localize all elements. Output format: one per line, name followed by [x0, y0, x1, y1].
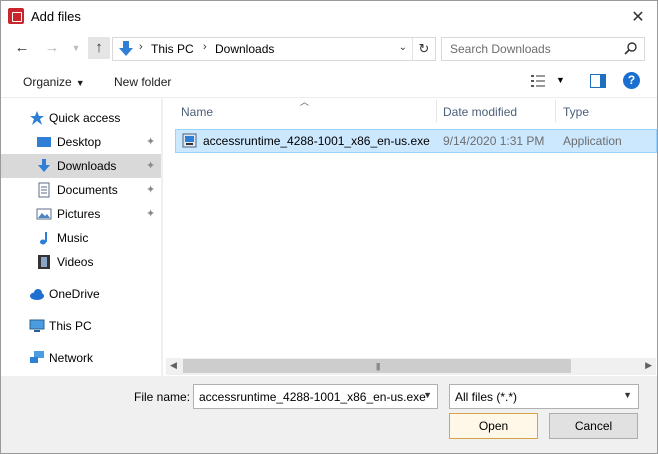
- type-cell: Application: [563, 134, 622, 148]
- sidebar-item-label: Videos: [57, 255, 94, 269]
- sidebar-item-label: Quick access: [49, 111, 121, 125]
- date-modified-cell: 9/14/2020 1:31 PM: [443, 134, 545, 148]
- file-name-label: File name:: [134, 390, 191, 404]
- sidebar-item-pictures[interactable]: Pictures ✦: [1, 202, 161, 226]
- horizontal-scrollbar[interactable]: ◀ ||| ▶: [166, 358, 656, 375]
- pin-icon: ✦: [146, 160, 156, 172]
- music-icon: [40, 232, 47, 245]
- sidebar-item-this-pc[interactable]: This PC: [1, 314, 161, 338]
- pictures-icon: [36, 208, 52, 220]
- title-bar: Add files ✕: [1, 1, 657, 33]
- back-arrow-icon[interactable]: ←: [11, 37, 33, 59]
- sidebar-item-documents[interactable]: Documents ✦: [1, 178, 161, 202]
- column-divider[interactable]: [555, 100, 556, 122]
- up-arrow-icon[interactable]: ↑: [88, 37, 110, 59]
- grip-icon: |||: [376, 362, 380, 371]
- sidebar-item-desktop[interactable]: Desktop ✦: [1, 130, 161, 154]
- network-icon: [30, 351, 44, 363]
- desktop-icon: [37, 137, 51, 147]
- column-header-type[interactable]: Type: [563, 105, 589, 119]
- column-divider[interactable]: [436, 100, 437, 122]
- scrollbar-thumb[interactable]: |||: [183, 359, 571, 373]
- refresh-icon[interactable]: ↻: [412, 38, 435, 60]
- add-files-dialog: Add files ✕ ← → ▼ ↑ › This PC › Download…: [0, 0, 658, 454]
- sort-ascending-icon: ︿: [300, 97, 310, 107]
- chevron-down-icon[interactable]: ▼: [623, 390, 632, 400]
- sidebar-item-label: Network: [49, 351, 94, 365]
- sidebar-item-label: Music: [57, 231, 89, 245]
- sidebar-item-label: OneDrive: [49, 287, 100, 301]
- close-icon[interactable]: ✕: [629, 7, 647, 27]
- column-header-row: ︿ Name Date modified Type: [163, 97, 657, 124]
- file-name-field[interactable]: accessruntime_4288-1001_x86_en-us.exe ▼: [193, 384, 438, 409]
- organize-label: Organize: [23, 75, 72, 89]
- computer-icon: [29, 319, 45, 332]
- open-button[interactable]: Open: [449, 413, 538, 439]
- pin-icon: ✦: [146, 208, 156, 220]
- chevron-down-icon: ▼: [75, 78, 85, 88]
- help-icon[interactable]: ?: [623, 72, 640, 89]
- app-icon: [8, 8, 24, 24]
- sidebar-item-downloads[interactable]: Downloads ✦: [1, 154, 161, 178]
- navigation-pane: Quick access Desktop ✦ Downloads ✦ Docum…: [1, 98, 161, 376]
- sidebar-item-music[interactable]: Music: [1, 226, 161, 250]
- sidebar-item-onedrive[interactable]: OneDrive: [1, 282, 161, 306]
- command-toolbar: Organize ▼ New folder ▼ ?: [1, 63, 657, 98]
- view-options-icon[interactable]: [531, 75, 545, 87]
- sidebar-item-label: Documents: [57, 183, 118, 197]
- sidebar-item-label: This PC: [49, 319, 92, 333]
- new-folder-button[interactable]: New folder: [114, 75, 171, 89]
- address-bar[interactable]: › This PC › Downloads ⌄ ↻: [112, 37, 436, 61]
- cancel-button[interactable]: Cancel: [549, 413, 638, 439]
- breadcrumb-downloads[interactable]: Downloads: [215, 42, 274, 56]
- pin-icon: ✦: [146, 184, 156, 196]
- column-header-date-modified[interactable]: Date modified: [443, 105, 517, 119]
- pin-icon: ✦: [146, 136, 156, 148]
- scroll-left-arrow-icon[interactable]: ◀: [170, 360, 177, 371]
- file-name-cell: accessruntime_4288-1001_x86_en-us.exe: [203, 134, 430, 148]
- breadcrumb-separator-icon: ›: [139, 41, 143, 53]
- address-dropdown-icon[interactable]: ⌄: [399, 42, 407, 53]
- breadcrumb-separator-icon: ›: [203, 41, 207, 53]
- forward-arrow-icon[interactable]: →: [41, 37, 63, 59]
- file-type-filter[interactable]: All files (*.*) ▼: [449, 384, 639, 409]
- table-row[interactable]: accessruntime_4288-1001_x86_en-us.exe 9/…: [175, 129, 657, 153]
- recent-locations-chevron-icon[interactable]: ▼: [65, 37, 87, 59]
- bottom-panel: File name: accessruntime_4288-1001_x86_e…: [1, 376, 657, 453]
- cloud-icon: [30, 289, 44, 300]
- application-file-icon: [182, 133, 197, 148]
- document-icon: [38, 182, 50, 198]
- search-placeholder: Search Downloads: [450, 42, 551, 56]
- file-list-pane: ︿ Name Date modified Type accessruntime_…: [163, 97, 657, 376]
- video-icon: [38, 255, 50, 269]
- search-box[interactable]: Search Downloads: [441, 37, 645, 61]
- sidebar-item-label: Desktop: [57, 135, 102, 149]
- sidebar-item-network[interactable]: Network: [1, 346, 161, 370]
- organize-button[interactable]: Organize ▼: [23, 75, 85, 89]
- download-icon: [38, 159, 50, 172]
- search-icon[interactable]: [624, 41, 638, 55]
- sidebar-item-label: Pictures: [57, 207, 101, 221]
- star-icon: [30, 111, 44, 125]
- download-folder-icon: [119, 41, 133, 56]
- file-name-value: accessruntime_4288-1001_x86_en-us.exe: [199, 390, 426, 404]
- sidebar-item-videos[interactable]: Videos: [1, 250, 161, 274]
- column-header-name[interactable]: Name: [181, 105, 213, 119]
- file-type-value: All files (*.*): [455, 390, 518, 404]
- sidebar-item-quick-access[interactable]: Quick access: [1, 106, 161, 130]
- view-dropdown-icon[interactable]: ▼: [556, 75, 565, 85]
- scroll-right-arrow-icon[interactable]: ▶: [645, 360, 652, 371]
- chevron-down-icon[interactable]: ▼: [423, 390, 432, 400]
- breadcrumb-this-pc[interactable]: This PC: [151, 42, 194, 56]
- navigation-bar: ← → ▼ ↑ › This PC › Downloads ⌄ ↻ Search…: [1, 33, 657, 63]
- window-title: Add files: [31, 9, 81, 24]
- sidebar-item-label: Downloads: [57, 159, 117, 173]
- preview-pane-icon[interactable]: [590, 74, 606, 88]
